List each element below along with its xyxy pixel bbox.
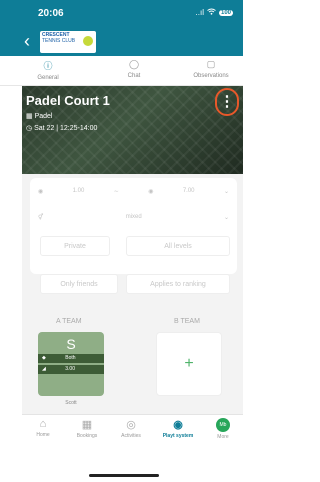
ranking-chip[interactable]: Applies to ranking <box>126 274 230 294</box>
section-tabs: ⓘ General ◯ Chat ▢ Observations <box>0 56 243 86</box>
tabbar-more-label: More <box>217 434 229 440</box>
tab-general-label: General <box>37 75 59 81</box>
back-button[interactable]: ‹ <box>24 32 30 50</box>
more-vertical-icon[interactable]: ⋮ <box>215 88 239 116</box>
team-b-label: B TEAM <box>174 318 200 325</box>
player-level-text: 3.00 <box>65 366 75 372</box>
tabbar-home-label: Home <box>36 432 50 438</box>
team-a-label: A TEAM <box>56 318 82 325</box>
tab-general[interactable]: ⓘ General <box>18 59 78 81</box>
battery-icon: 100 <box>218 9 233 16</box>
level-min-icon: ◉ <box>38 189 44 195</box>
tabbar-activities[interactable]: ◎ Activities <box>111 418 151 439</box>
chat-icon: ◯ <box>128 59 140 69</box>
tabbar-home[interactable]: ⌂ Home <box>23 418 63 438</box>
match-details: ◉ 1.00 ∼ ◉ 7.00 ⌄ ⚥ mixed ⌄ Private All … <box>22 174 243 414</box>
player-side: ◆ Both <box>38 354 104 363</box>
separator: ∼ <box>113 189 119 195</box>
avatar: Mb <box>216 418 230 432</box>
plus-icon: + <box>184 355 194 372</box>
bottom-tabbar: ⌂ Home ▦ Bookings ◎ Activities ◉ Playt s… <box>22 414 243 460</box>
tennis-ball-icon: ◉ <box>173 419 183 431</box>
only-friends-chip[interactable]: Only friends <box>40 274 118 294</box>
tab-chat[interactable]: ◯ Chat <box>104 59 164 79</box>
club-logo: CRESCENT TENNIS CLUB <box>40 31 96 53</box>
court-title: Padel Court 1 <box>26 93 110 108</box>
sport-text: Padel <box>34 113 53 120</box>
booking-time-text: Sat 22 | 12:25-14:00 <box>34 125 98 132</box>
level-max: 7.00 <box>182 188 195 194</box>
level-max-icon: ◉ <box>148 189 154 195</box>
match-settings-card: ◉ 1.00 ∼ ◉ 7.00 ⌄ ⚥ mixed ⌄ Private All … <box>30 178 237 274</box>
tabbar-bookings[interactable]: ▦ Bookings <box>67 418 107 439</box>
tabbar-more[interactable]: Mb More <box>203 418 243 440</box>
info-icon: ⓘ <box>43 61 53 71</box>
court-header: Padel Court 1 ▦ Padel ◷ Sat 22 | 12:25-1… <box>22 86 243 174</box>
level-range-row[interactable]: ◉ 1.00 ∼ ◉ 7.00 ⌄ <box>38 188 229 195</box>
status-bar: 20:06 ..ıl 100 <box>0 0 243 28</box>
gender-select[interactable]: ⚥ mixed ⌄ <box>38 214 229 221</box>
home-icon: ⌂ <box>39 418 47 430</box>
gender-icon: ⚥ <box>38 215 44 221</box>
player-side-text: Both <box>65 355 76 361</box>
add-player-button[interactable]: + <box>156 332 222 396</box>
status-icons: ..ıl 100 <box>196 8 233 17</box>
home-indicator <box>89 474 159 477</box>
chevron-down-icon: ⌄ <box>223 189 229 195</box>
tab-observations[interactable]: ▢ Observations <box>181 59 241 79</box>
tab-chat-label: Chat <box>127 73 141 79</box>
avatar: S <box>66 336 76 352</box>
signal-icon: ..ıl <box>195 8 204 17</box>
top-navbar: ‹ CRESCENT TENNIS CLUB <box>0 28 243 56</box>
player-slot[interactable]: S ◆ Both ◢ 3.00 Scott <box>38 332 104 406</box>
notes-icon: ▢ <box>206 59 216 69</box>
player-level: ◢ 3.00 <box>38 365 104 374</box>
tennis-ball-icon <box>83 36 93 46</box>
chevron-down-icon: ⌄ <box>223 215 229 221</box>
tabbar-playt-system[interactable]: ◉ Playt system <box>158 418 198 439</box>
wifi-icon <box>207 8 216 17</box>
gender-value: mixed <box>125 214 142 220</box>
level-icon: ◢ <box>42 366 46 372</box>
booking-time: ◷ Sat 22 | 12:25-14:00 <box>26 124 97 132</box>
clock-icon: ◷ <box>26 125 33 132</box>
tabbar-playt-label: Playt system <box>162 433 194 439</box>
side-icon: ◆ <box>42 355 46 361</box>
racket-icon: ▦ <box>26 113 33 120</box>
calendar-icon: ▦ <box>81 419 93 431</box>
level-min: 1.00 <box>72 188 85 194</box>
private-chip[interactable]: Private <box>40 236 110 256</box>
levels-chip[interactable]: All levels <box>126 236 230 256</box>
status-time: 20:06 <box>38 8 64 19</box>
sport-label: ▦ Padel <box>26 112 52 120</box>
tabbar-activities-label: Activities <box>121 433 141 439</box>
chat-bubbles-icon: ◎ <box>126 419 136 431</box>
tabbar-bookings-label: Bookings <box>76 433 98 439</box>
player-name: Scott <box>65 400 77 406</box>
tab-observations-label: Observations <box>193 73 229 79</box>
